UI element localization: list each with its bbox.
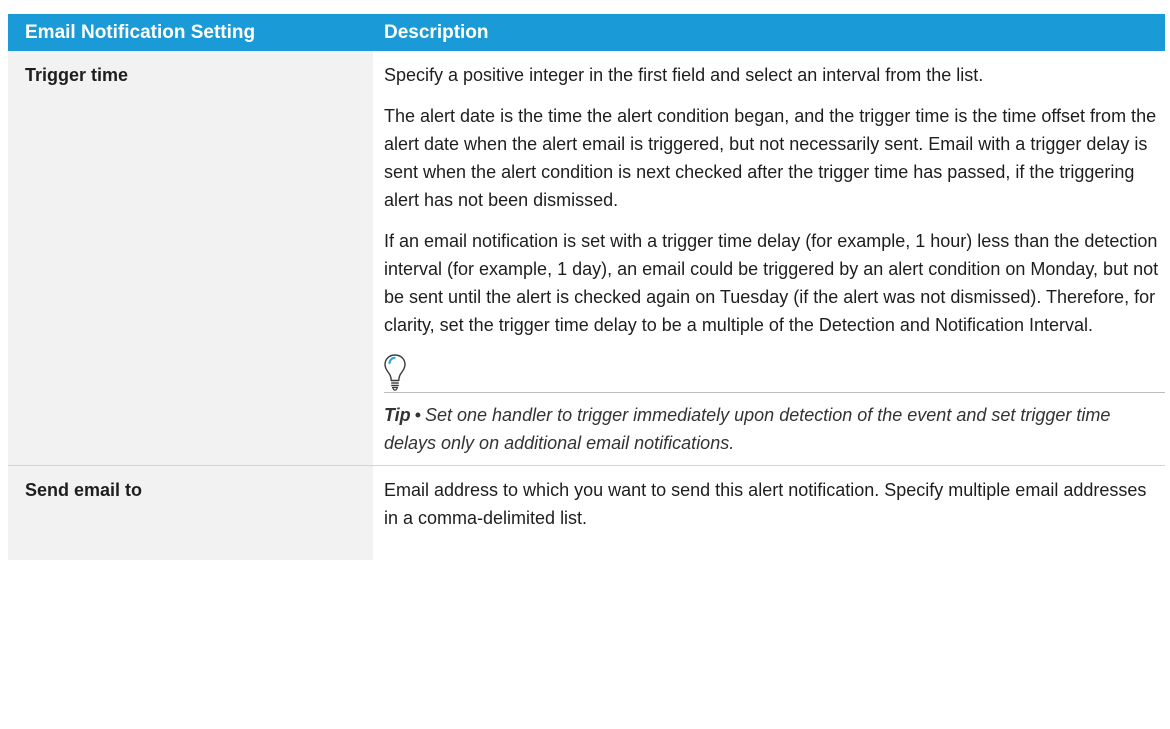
- lightbulb-icon: [384, 354, 406, 391]
- header-setting: Email Notification Setting: [8, 14, 373, 51]
- setting-description: Email address to which you want to send …: [373, 465, 1165, 560]
- email-notification-settings-table: Email Notification Setting Description T…: [8, 14, 1165, 560]
- description-paragraph: If an email notification is set with a t…: [384, 231, 1159, 335]
- table-header: Email Notification Setting Description: [8, 14, 1165, 51]
- tip-icon-row: [384, 352, 1165, 393]
- setting-name: Trigger time: [8, 51, 373, 466]
- header-description: Description: [373, 14, 1165, 51]
- tip-text: Tip • Set one handler to trigger immediate…: [384, 393, 1165, 457]
- page: Email Notification Setting Description T…: [0, 0, 1170, 729]
- table-row: Trigger time Specify a positive integer …: [8, 51, 1165, 466]
- tip-label: Tip: [384, 405, 411, 425]
- header-row: Email Notification Setting Description: [8, 14, 1165, 51]
- table-body: Trigger time Specify a positive integer …: [8, 51, 1165, 560]
- tip-body: Set one handler to trigger immediately u…: [384, 405, 1111, 453]
- setting-name: Send email to: [8, 465, 373, 560]
- description-paragraph: The alert date is the time the alert con…: [384, 106, 1157, 210]
- tip-callout: Tip • Set one handler to trigger immediate…: [384, 352, 1165, 465]
- setting-description: Specify a positive integer in the first …: [373, 51, 1165, 466]
- table-row: Send email to Email address to which you…: [8, 465, 1165, 560]
- description-paragraph: Specify a positive integer in the first …: [384, 65, 984, 85]
- tip-separator: •: [414, 405, 421, 425]
- description-paragraph: Email address to which you want to send …: [384, 480, 1147, 528]
